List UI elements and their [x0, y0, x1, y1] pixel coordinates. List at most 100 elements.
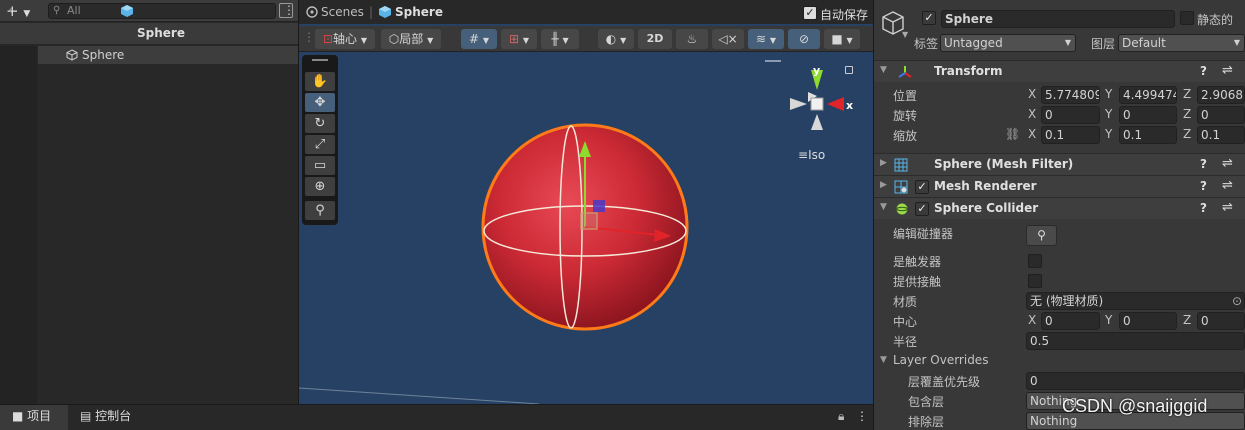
scale-tool-button[interactable]: ⤢ — [305, 135, 335, 154]
shading-mode-button[interactable]: ◐ ▼ — [598, 29, 634, 49]
rotation-y-field[interactable]: 0 — [1119, 106, 1177, 124]
tag-dropdown[interactable]: Untagged ▼ — [940, 34, 1076, 52]
auto-save-label: 自动保存 — [820, 8, 869, 22]
scenes-icon — [306, 6, 318, 18]
lighting-toggle-button[interactable]: ♨ — [676, 29, 708, 49]
ruler-button[interactable]: ╫ ▼ — [541, 29, 579, 49]
include-layers-label: 包含层 — [908, 395, 945, 409]
gizmo-lock-icon[interactable] — [845, 66, 853, 74]
panel-lock-icon[interactable]: 🔒︎ — [838, 404, 844, 430]
settings-sliders-icon[interactable]: ⇌ — [1222, 63, 1233, 78]
layer-overrides-label[interactable]: Layer Overrides — [893, 353, 988, 367]
position-z-field[interactable]: 2.90682 — [1197, 86, 1245, 104]
layer-dropdown[interactable]: Default ▼ — [1118, 34, 1245, 52]
scale-x-field[interactable]: 0.1 — [1041, 126, 1100, 144]
chevron-down-icon: ▼ — [23, 9, 31, 19]
provides-contacts-checkbox[interactable] — [1028, 274, 1042, 288]
sphere-collider-enabled-checkbox[interactable]: ✓ — [915, 202, 929, 216]
panel-kebab-icon[interactable]: ⋮ — [856, 404, 868, 430]
audio-toggle-button[interactable]: ◁× — [712, 29, 744, 49]
projection-toggle[interactable]: ≡Iso — [798, 148, 825, 162]
rotate-icon: ↻ — [314, 116, 326, 131]
help-icon[interactable]: ? — [1200, 201, 1207, 215]
settings-sliders-icon[interactable]: ⇌ — [1222, 156, 1233, 171]
local-dropdown[interactable]: ⬡局部 ▼ — [381, 29, 441, 49]
kebab-menu-icon[interactable]: ⋮ — [283, 3, 295, 17]
chevron-down-icon[interactable]: ▼ — [902, 30, 908, 39]
rotate-tool-button[interactable]: ↻ — [305, 114, 335, 133]
hierarchy-search-input[interactable]: ⚲ All — [48, 3, 276, 19]
rotation-x-field[interactable]: 0 — [1041, 106, 1100, 124]
radius-field[interactable]: 0.5 — [1026, 332, 1245, 350]
move-gizmo-center[interactable] — [580, 212, 598, 230]
rotation-z-field[interactable]: 0 — [1197, 106, 1245, 124]
fold-arrow-icon[interactable]: ▼ — [880, 355, 887, 365]
move-tool-button[interactable]: ✥ — [305, 93, 335, 112]
static-label: 静态的 — [1197, 13, 1234, 27]
center-z-field[interactable]: 0 — [1197, 312, 1245, 330]
transform-tool-button[interactable]: ⊕ — [305, 177, 335, 196]
pivot-dropdown[interactable]: ⊡轴心 ▼ — [315, 29, 375, 49]
help-icon[interactable]: ? — [1200, 64, 1207, 78]
scale-y-field[interactable]: 0.1 — [1119, 126, 1177, 144]
material-field[interactable]: 无 (物理材质) ⊙ — [1026, 292, 1245, 310]
fold-arrow-icon[interactable]: ▶ — [880, 180, 887, 190]
tab-console[interactable]: ▤ 控制台 — [80, 404, 131, 430]
material-label: 材质 — [893, 295, 918, 309]
fold-arrow-icon[interactable]: ▼ — [880, 202, 887, 212]
back-chevron-icon[interactable]: ‹ — [8, 3, 13, 17]
audio-mute-icon: ◁× — [718, 32, 738, 46]
static-checkbox[interactable] — [1180, 11, 1194, 25]
is-trigger-checkbox[interactable] — [1028, 254, 1042, 268]
breadcrumb-scenes[interactable]: Scenes — [321, 5, 364, 19]
mesh-filter-header[interactable]: ▶ Sphere (Mesh Filter) ? ⇌ — [874, 153, 1245, 175]
gizmo-neg-x-cone[interactable] — [790, 98, 807, 110]
camera-settings-button[interactable]: ■ ▼ — [824, 29, 860, 49]
layer-priority-field[interactable]: 0 — [1026, 372, 1245, 390]
edit-collider-button[interactable]: ⚲ — [1026, 225, 1057, 246]
gizmo-center-cube[interactable] — [810, 97, 824, 111]
toolbar-grip: ⋮ — [303, 30, 315, 44]
rect-tool-button[interactable]: ▭ — [305, 156, 335, 175]
help-icon[interactable]: ? — [1200, 157, 1207, 171]
center-label: 中心 — [893, 315, 918, 329]
help-icon[interactable]: ? — [1200, 179, 1207, 193]
tag-label: 标签 — [914, 37, 939, 51]
tab-project[interactable]: ■ 项目 — [12, 404, 51, 430]
mesh-renderer-header[interactable]: ▶ ✓ Mesh Renderer ? ⇌ — [874, 175, 1245, 197]
settings-sliders-icon[interactable]: ⇌ — [1222, 200, 1233, 215]
2d-toggle-button[interactable]: 2D — [638, 29, 672, 49]
object-name-field[interactable]: Sphere — [941, 10, 1175, 28]
effects-toggle-button[interactable]: ≋ ▼ — [748, 29, 784, 49]
transform-header[interactable]: ▼ Transform ? ⇌ — [874, 60, 1245, 82]
hand-tool-button[interactable]: ✋ — [305, 72, 335, 91]
center-y-field[interactable]: 0 — [1119, 312, 1177, 330]
settings-sliders-icon[interactable]: ⇌ — [1222, 178, 1233, 193]
mesh-renderer-enabled-checkbox[interactable]: ✓ — [915, 180, 929, 194]
pivot-icon: ⊡ — [322, 32, 334, 46]
mesh-filter-title: Sphere (Mesh Filter) — [934, 157, 1074, 171]
custom-tool-button[interactable]: ⚲ — [305, 201, 335, 220]
scale-z-field[interactable]: 0.1 — [1197, 126, 1245, 144]
active-checkbox[interactable]: ✓ — [922, 11, 936, 25]
object-picker-icon[interactable]: ⊙ — [1232, 293, 1242, 309]
scene-visibility-button[interactable]: ⊘ — [788, 29, 820, 49]
fold-arrow-icon[interactable]: ▶ — [880, 158, 887, 168]
fold-arrow-icon[interactable]: ▼ — [880, 65, 887, 75]
is-trigger-label: 是触发器 — [893, 255, 942, 269]
increment-snap-button[interactable]: ⊞ ▼ — [501, 29, 537, 49]
sphere-collider-header[interactable]: ▼ ✓ Sphere Collider ? ⇌ — [874, 197, 1245, 219]
position-y-field[interactable]: 4.499474 — [1119, 86, 1177, 104]
center-x-field[interactable]: 0 — [1041, 312, 1100, 330]
position-x-field[interactable]: 5.774809 — [1041, 86, 1100, 104]
grid-snap-button[interactable]: # ▼ — [461, 29, 497, 49]
axis-x-label: X — [1028, 313, 1037, 327]
auto-save-checkbox[interactable]: ✓ — [803, 6, 817, 20]
gizmo-neg-y-cone[interactable] — [811, 114, 823, 130]
link-chain-icon[interactable]: ⛓ — [1005, 127, 1020, 141]
breadcrumb-current-scene[interactable]: Sphere — [395, 5, 443, 19]
gizmo-x-cone[interactable] — [827, 97, 844, 111]
chevron-down-icon: ▼ — [482, 36, 490, 45]
axis-y-label: Y — [1105, 313, 1113, 327]
move-gizmo-z-handle[interactable] — [593, 200, 605, 212]
